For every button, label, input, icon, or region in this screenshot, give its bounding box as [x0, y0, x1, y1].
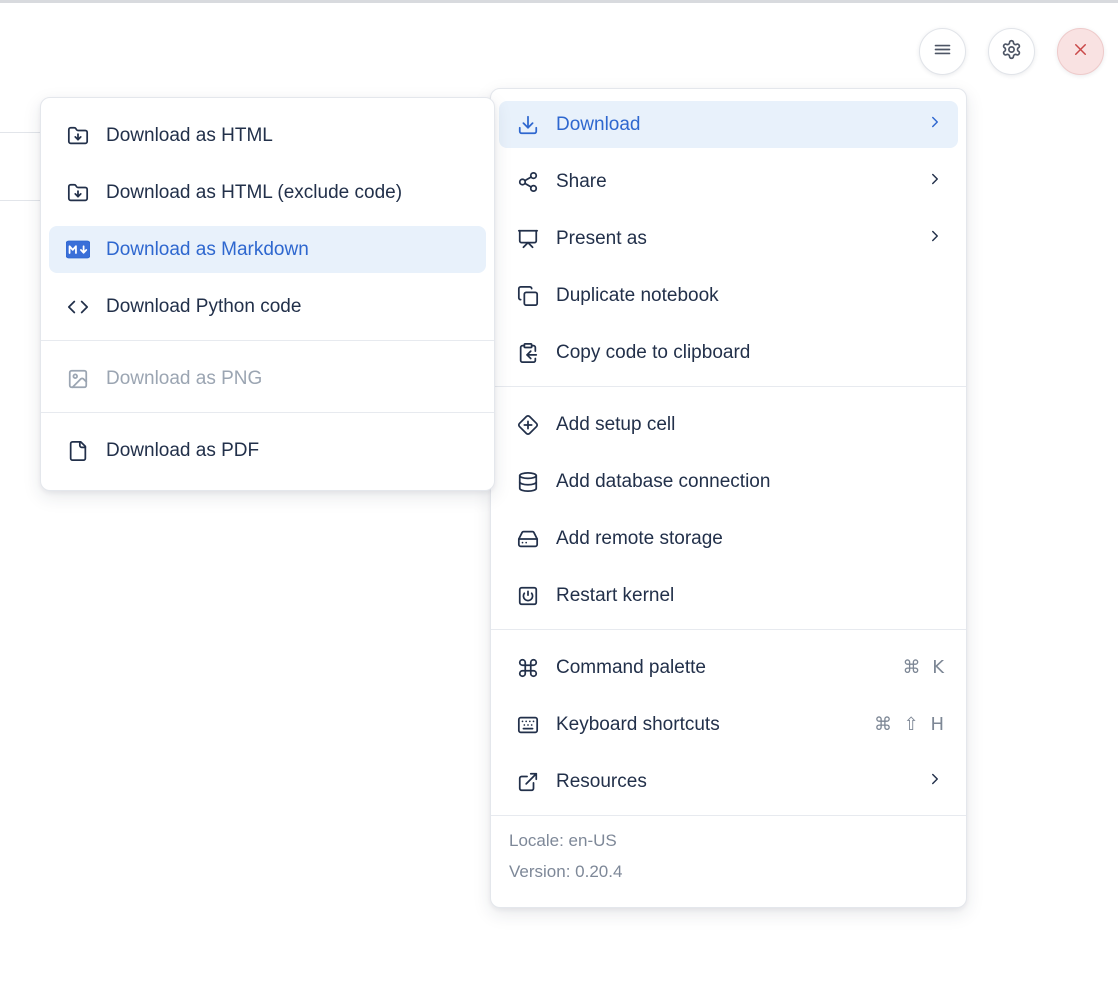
duplicate-icon [516, 284, 540, 308]
menu-separator [491, 386, 966, 387]
menu-separator [491, 815, 966, 816]
power-icon [516, 584, 540, 608]
chevron-right-icon [926, 113, 944, 137]
folder-down-icon [66, 124, 90, 148]
menu-item-download-png[interactable]: Download as PNG [49, 355, 486, 402]
gear-icon [1001, 39, 1022, 65]
file-icon [66, 439, 90, 463]
shutdown-button[interactable] [1057, 28, 1104, 75]
menu-item-add-remote-storage[interactable]: Add remote storage [499, 515, 958, 562]
menu-item-download-python[interactable]: Download as PNG Download Python code [49, 283, 486, 330]
menu-item-download-html[interactable]: Download as HTML [49, 112, 486, 159]
menu-item-present-as[interactable]: Present as [499, 215, 958, 262]
download-icon [516, 113, 540, 137]
background-cell-border [0, 200, 41, 201]
presentation-icon [516, 227, 540, 251]
command-icon [516, 656, 540, 680]
version-label: Version: 0.20.4 [509, 861, 948, 883]
menu-separator [41, 412, 494, 413]
close-x-icon [1071, 40, 1090, 64]
settings-button[interactable] [988, 28, 1035, 75]
menu-item-copy-code[interactable]: Copy code to clipboard [499, 329, 958, 376]
markdown-icon [66, 238, 90, 262]
menu-item-resources[interactable]: Resources [499, 758, 958, 805]
background-cell-border [0, 132, 41, 133]
menu-item-download[interactable]: Download [499, 101, 958, 148]
menu-item-share[interactable]: Share [499, 158, 958, 205]
image-icon [66, 367, 90, 391]
page-top-border [0, 0, 1118, 3]
external-link-icon [516, 770, 540, 794]
code-icon [66, 295, 90, 319]
clipboard-copy-icon [516, 341, 540, 365]
menu-item-add-database[interactable]: Add database connection [499, 458, 958, 505]
diamond-plus-icon [516, 413, 540, 437]
menu-item-restart-kernel[interactable]: Restart kernel [499, 572, 958, 619]
menu-separator [491, 629, 966, 630]
menu-item-duplicate-notebook[interactable]: Duplicate notebook [499, 272, 958, 319]
app-background: Download Share Present as [0, 0, 1118, 984]
shortcut-command-k: ⌘ K [902, 657, 944, 678]
keyboard-icon [516, 713, 540, 737]
hard-drive-icon [516, 527, 540, 551]
menu-item-download-pdf[interactable]: Download as PDF [49, 427, 486, 474]
notebook-menu-button[interactable] [919, 28, 966, 75]
notebook-actions-menu: Download Share Present as [490, 88, 967, 908]
share-icon [516, 170, 540, 194]
menu-footer: Locale: en-US Version: 0.20.4 [491, 828, 966, 904]
chevron-right-icon [926, 170, 944, 194]
database-icon [516, 470, 540, 494]
chevron-right-icon [926, 227, 944, 251]
download-submenu: Download as HTML Download as HTML (exclu… [40, 97, 495, 491]
floating-toolbar [919, 28, 1104, 75]
menu-item-add-setup-cell[interactable]: Add setup cell [499, 401, 958, 448]
menu-item-download-html-exclude-code[interactable]: Download as HTML (exclude code) [49, 169, 486, 216]
shortcut-command-shift-h: ⌘ ⇧ H [874, 714, 944, 735]
menu-item-keyboard-shortcuts[interactable]: Keyboard shortcuts ⌘ ⇧ H [499, 701, 958, 748]
locale-label: Locale: en-US [509, 830, 948, 852]
menu-separator [41, 340, 494, 341]
folder-down-icon [66, 181, 90, 205]
menu-item-command-palette[interactable]: Command palette ⌘ K [499, 644, 958, 691]
chevron-right-icon [926, 770, 944, 794]
menu-item-download-markdown[interactable]: Download as Markdown [49, 226, 486, 273]
hamburger-icon [932, 39, 953, 65]
